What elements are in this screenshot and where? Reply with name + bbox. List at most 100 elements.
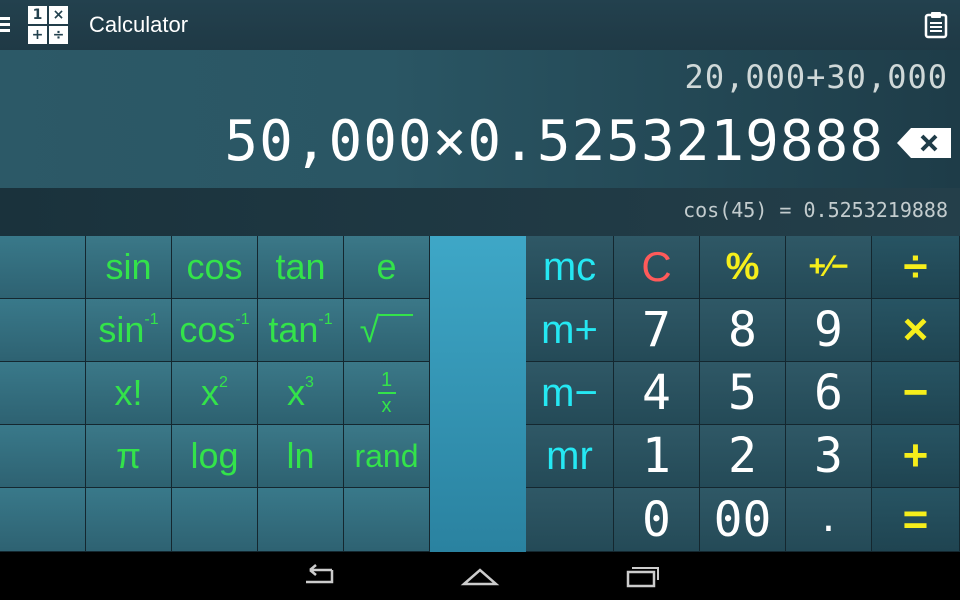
- app-title: Calculator: [89, 12, 189, 37]
- digit-9-key[interactable]: 9: [786, 299, 872, 362]
- reciprocal-key[interactable]: 1 x: [344, 362, 430, 425]
- percent-key[interactable]: %: [700, 236, 786, 299]
- reciprocal-numerator: 1: [380, 369, 393, 391]
- mc-label: mc: [542, 245, 597, 289]
- divide-label: ÷: [903, 242, 928, 291]
- digit-0-key[interactable]: 0: [614, 488, 700, 552]
- digit-3-key[interactable]: 3: [786, 425, 872, 488]
- pi-label: π: [116, 435, 141, 476]
- double-zero-key[interactable]: 00: [700, 488, 786, 552]
- blank-key: [526, 488, 614, 552]
- sin-label: sin: [105, 246, 152, 287]
- back-icon[interactable]: [298, 562, 338, 590]
- memory-subtract-key[interactable]: m−: [526, 362, 614, 425]
- blank-key: [344, 488, 430, 552]
- panel-divider: [430, 236, 526, 552]
- rand-key[interactable]: rand: [344, 425, 430, 488]
- blank-key: [0, 236, 86, 299]
- digit-2-key[interactable]: 2: [700, 425, 786, 488]
- blank-key: [258, 488, 344, 552]
- equals-label: =: [902, 494, 929, 544]
- app-bar: 1 × + ÷ Calculator: [0, 0, 960, 50]
- reciprocal-fraction: 1 x: [377, 369, 396, 417]
- e-label: e: [376, 246, 397, 287]
- asin-key[interactable]: sin -1: [86, 299, 172, 362]
- minus-key[interactable]: −: [872, 362, 960, 425]
- tan-key[interactable]: tan: [258, 236, 344, 299]
- atan-label: tan: [268, 309, 319, 350]
- digit-8-key[interactable]: 8: [700, 299, 786, 362]
- clipboard-icon[interactable]: [922, 11, 950, 39]
- blank-key: [0, 488, 86, 552]
- clear-key[interactable]: C: [614, 236, 700, 299]
- digit-8-label: 8: [728, 302, 757, 358]
- log-key[interactable]: log: [172, 425, 258, 488]
- digit-5-label: 5: [728, 365, 757, 421]
- blank-key: [0, 299, 86, 362]
- calculator-logo-icon[interactable]: 1 × + ÷: [28, 6, 68, 44]
- log-label: log: [190, 435, 239, 476]
- fraction-bar: [377, 392, 396, 394]
- sign-toggle-key[interactable]: +∕−: [786, 236, 872, 299]
- inverse-superscript: -1: [318, 311, 333, 328]
- reciprocal-denominator: x: [381, 395, 392, 417]
- keypad: sin cos tan e sin -1 cos -1 tan -1 √ x! x2 …: [0, 236, 960, 552]
- digit-7-key[interactable]: 7: [614, 299, 700, 362]
- equals-key[interactable]: =: [872, 488, 960, 552]
- clear-label: C: [641, 243, 672, 290]
- memory-clear-key[interactable]: mc: [526, 236, 614, 299]
- recent-apps-icon[interactable]: [622, 562, 662, 590]
- sqrt-key[interactable]: √: [344, 299, 430, 362]
- home-icon[interactable]: [460, 562, 500, 590]
- digit-9-label: 9: [814, 302, 843, 358]
- blank-key: [0, 362, 86, 425]
- backspace-icon[interactable]: [895, 126, 953, 160]
- previous-expression: 20,000+30,000: [684, 58, 948, 96]
- menu-icon[interactable]: [0, 17, 10, 33]
- asin-label: sin: [98, 309, 145, 350]
- decimal-key[interactable]: .: [786, 488, 872, 552]
- digit-4-key[interactable]: 4: [614, 362, 700, 425]
- factorial-key[interactable]: x!: [86, 362, 172, 425]
- ln-label: ln: [286, 435, 315, 476]
- digit-6-label: 6: [814, 365, 843, 421]
- memory-add-key[interactable]: m+: [526, 299, 614, 362]
- square-exponent: 2: [219, 374, 228, 391]
- cube-key[interactable]: x3: [258, 362, 344, 425]
- blank-key: [86, 488, 172, 552]
- atan-key[interactable]: tan -1: [258, 299, 344, 362]
- acos-key[interactable]: cos -1: [172, 299, 258, 362]
- digit-1-key[interactable]: 1: [614, 425, 700, 488]
- digit-4-label: 4: [642, 365, 671, 421]
- sin-key[interactable]: sin: [86, 236, 172, 299]
- cube-exponent: 3: [305, 374, 314, 391]
- acos-label: cos: [179, 309, 236, 350]
- current-expression[interactable]: 50,000×0.5253219888: [224, 110, 884, 174]
- square-key[interactable]: x2: [172, 362, 258, 425]
- digit-3-label: 3: [814, 428, 843, 484]
- inverse-superscript: -1: [235, 311, 250, 328]
- ln-key[interactable]: ln: [258, 425, 344, 488]
- plus-key[interactable]: +: [872, 425, 960, 488]
- memory-recall-key[interactable]: mr: [526, 425, 614, 488]
- blank-key: [172, 488, 258, 552]
- mr-label: mr: [546, 434, 593, 478]
- cos-key[interactable]: cos: [172, 236, 258, 299]
- mminus-label: m−: [541, 371, 598, 415]
- digit-2-label: 2: [728, 428, 757, 484]
- pi-key[interactable]: π: [86, 425, 172, 488]
- minus-label: −: [902, 368, 929, 417]
- divide-key[interactable]: ÷: [872, 236, 960, 299]
- sqrt-bar: [379, 314, 414, 316]
- multiply-key[interactable]: ×: [872, 299, 960, 362]
- rand-label: rand: [354, 438, 419, 474]
- digit-5-key[interactable]: 5: [700, 362, 786, 425]
- decimal-label: .: [817, 498, 840, 540]
- blank-key: [0, 425, 86, 488]
- digit-7-label: 7: [642, 302, 671, 358]
- cos-label: cos: [186, 246, 243, 287]
- system-nav-bar: [0, 552, 960, 600]
- e-key[interactable]: e: [344, 236, 430, 299]
- percent-label: %: [725, 246, 760, 288]
- digit-6-key[interactable]: 6: [786, 362, 872, 425]
